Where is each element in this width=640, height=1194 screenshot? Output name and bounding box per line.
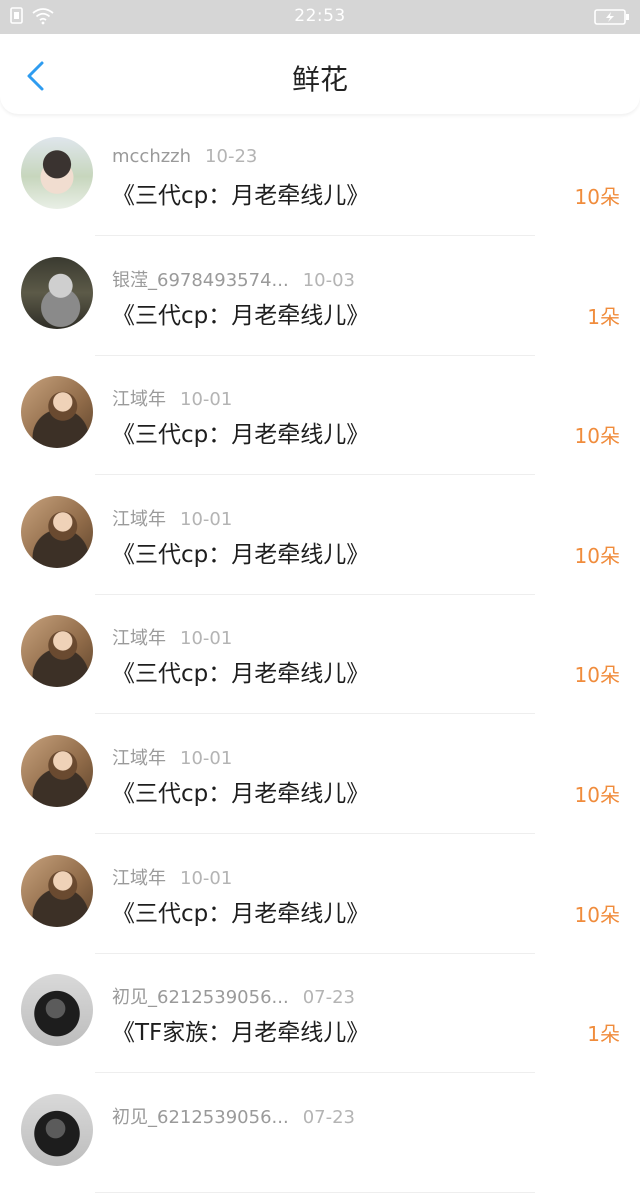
flower-count: 10朵 xyxy=(574,782,620,807)
flower-count: 1朵 xyxy=(587,304,620,329)
flower-count: 10朵 xyxy=(574,902,620,927)
flower-count: 1朵 xyxy=(587,1022,620,1047)
divider xyxy=(95,235,535,236)
battery-charging-icon xyxy=(594,9,629,25)
flower-list-item[interactable]: 初见_6212539056... 07-23 《TF家族：月老牵线儿》 1朵 xyxy=(0,955,640,1075)
flower-list-item[interactable]: 江域年 10-01 《三代cp：月老牵线儿》 10朵 xyxy=(0,716,640,836)
avatar[interactable] xyxy=(21,734,93,807)
status-time: 22:53 xyxy=(294,6,346,26)
item-meta: 江域年 10-01 xyxy=(112,505,232,531)
book-title: 《三代cp：月老牵线儿》 xyxy=(112,183,370,209)
avatar[interactable] xyxy=(21,854,93,927)
page-title: 鲜花 xyxy=(291,63,348,96)
book-title: 《三代cp：月老牵线儿》 xyxy=(112,541,370,568)
item-meta: 银滢_6978493574... 10-03 xyxy=(112,266,355,292)
avatar[interactable] xyxy=(21,256,93,329)
avatar[interactable] xyxy=(21,137,93,209)
username: 江域年 xyxy=(112,747,166,769)
item-meta: 江域年 10-01 xyxy=(112,385,232,411)
flower-list-item[interactable]: 江域年 10-01 《三代cp：月老牵线儿》 10朵 xyxy=(0,357,640,477)
avatar[interactable] xyxy=(21,376,93,449)
flower-count: 10朵 xyxy=(574,543,620,568)
flower-list-item[interactable]: 初见_6212539056... 07-23 xyxy=(0,1075,640,1194)
book-title: 《三代cp：月老牵线儿》 xyxy=(112,302,370,329)
username: 银滢_6978493574... xyxy=(112,269,289,291)
date: 07-23 xyxy=(302,1106,355,1128)
flower-list-item[interactable]: 江域年 10-01 《三代cp：月老牵线儿》 10朵 xyxy=(0,836,640,956)
flower-list-item[interactable]: 银滢_6978493574... 10-03 《三代cp：月老牵线儿》 1朵 xyxy=(0,238,640,358)
username: 初见_6212539056... xyxy=(112,1106,289,1128)
flower-list-item[interactable]: mcchzzh 10-23 《三代cp：月老牵线儿》 10朵 xyxy=(0,118,640,238)
date: 10-01 xyxy=(180,389,233,411)
date: 10-01 xyxy=(180,747,233,769)
username: 江域年 xyxy=(112,867,166,889)
divider xyxy=(95,832,535,834)
avatar[interactable] xyxy=(21,1093,93,1166)
avatar[interactable] xyxy=(21,495,93,568)
book-title: 《三代cp：月老牵线儿》 xyxy=(112,780,370,807)
flower-list: mcchzzh 10-23 《三代cp：月老牵线儿》 10朵 银滢_6978493574… xyxy=(0,118,640,1194)
avatar[interactable] xyxy=(21,974,93,1047)
divider xyxy=(95,952,535,954)
divider xyxy=(95,713,535,715)
book-title: 《三代cp：月老牵线儿》 xyxy=(112,422,370,449)
date: 10-23 xyxy=(205,146,258,167)
flower-count: 10朵 xyxy=(574,663,620,688)
divider xyxy=(95,593,535,595)
flower-list-item[interactable]: 江域年 10-01 《三代cp：月老牵线儿》 10朵 xyxy=(0,477,640,597)
flower-list-item[interactable]: 江域年 10-01 《三代cp：月老牵线儿》 10朵 xyxy=(0,596,640,716)
divider xyxy=(95,354,535,356)
divider xyxy=(95,1072,535,1074)
item-meta: 江域年 10-01 xyxy=(112,744,232,770)
username: 江域年 xyxy=(112,389,166,411)
username: 江域年 xyxy=(112,508,166,530)
username: 初见_6212539056... xyxy=(112,987,289,1009)
status-bar: 22:53 xyxy=(0,0,640,34)
date: 10-01 xyxy=(180,867,233,889)
item-meta: 初见_6212539056... 07-23 xyxy=(112,983,355,1009)
divider xyxy=(95,1191,535,1193)
book-title: 《三代cp：月老牵线儿》 xyxy=(112,900,370,927)
divider xyxy=(95,474,535,476)
username: 江域年 xyxy=(112,628,166,650)
avatar[interactable] xyxy=(21,615,93,688)
book-title: 《三代cp：月老牵线儿》 xyxy=(112,661,370,688)
item-meta: 江域年 10-01 xyxy=(112,624,232,650)
item-meta: 江域年 10-01 xyxy=(112,864,232,890)
item-meta: 初见_6212539056... 07-23 xyxy=(112,1103,355,1129)
flower-count: 10朵 xyxy=(574,424,620,449)
nav-bar: 鲜花 xyxy=(0,34,640,114)
date: 10-01 xyxy=(180,628,233,650)
date: 10-03 xyxy=(302,269,355,291)
username: mcchzzh xyxy=(112,146,192,167)
date: 10-01 xyxy=(180,508,233,530)
flower-count: 10朵 xyxy=(574,185,620,209)
date: 07-23 xyxy=(302,987,355,1009)
book-title: 《TF家族：月老牵线儿》 xyxy=(112,1020,370,1047)
item-meta: mcchzzh 10-23 xyxy=(112,146,257,167)
